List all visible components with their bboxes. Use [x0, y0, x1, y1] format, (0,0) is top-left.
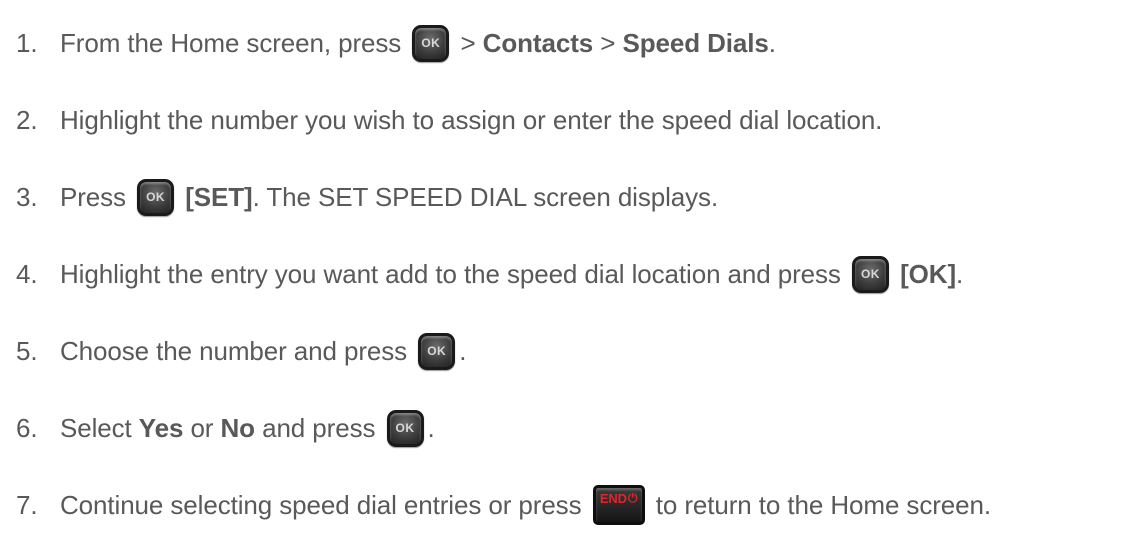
step-number: 6.	[16, 412, 38, 443]
ok-key-icon: OK	[386, 409, 424, 447]
step-text: .	[768, 27, 776, 58]
step-text: Choose the number and press	[60, 335, 415, 366]
step-2: 2. Highlight the number you wish to assig…	[0, 98, 882, 142]
step-text: . The SET SPEED DIAL screen displays.	[252, 181, 719, 212]
power-icon: ⏻	[627, 491, 638, 505]
step-bold-text: Contacts	[482, 27, 594, 58]
step-6: 6. Select Yes or No and press OK.	[0, 406, 435, 450]
step-1: 1. From the Home screen, press OK > Conta…	[0, 21, 776, 65]
step-bold-text: Yes	[138, 412, 184, 443]
step-text: Select	[60, 412, 139, 443]
step-3: 3. Press OK [SET]. The SET SPEED DIAL scr…	[0, 175, 718, 219]
end-key-icon: END ⏻	[592, 485, 645, 525]
step-bold-text: Speed Dials	[622, 27, 769, 58]
step-bold-text: [OK]	[892, 258, 957, 289]
ok-key-icon: OK	[418, 332, 456, 370]
step-text: and press	[254, 412, 383, 443]
ok-key-icon: OK	[851, 255, 889, 293]
step-text: Continue selecting speed dial entries or…	[60, 489, 589, 520]
step-text: From the Home screen, press	[60, 27, 409, 58]
step-number: 5.	[16, 335, 38, 366]
step-number: 7.	[16, 489, 38, 520]
step-text: .	[956, 258, 964, 289]
step-text: Highlight the entry you want add to the …	[60, 258, 848, 289]
step-number: 4.	[16, 258, 38, 289]
step-text: .	[459, 335, 467, 366]
step-text: Press	[60, 181, 134, 212]
ok-key-icon: OK	[412, 24, 450, 62]
step-5: 5. Choose the number and press OK.	[0, 329, 466, 373]
step-text: >	[453, 27, 483, 58]
step-text: Highlight the number you wish to assign …	[60, 104, 883, 135]
ok-key-icon: OK	[137, 178, 175, 216]
step-text: or	[183, 412, 221, 443]
step-number: 2.	[16, 104, 38, 135]
step-text: .	[427, 412, 435, 443]
step-text: >	[593, 27, 623, 58]
step-text: to return to the Home screen.	[648, 489, 991, 520]
step-7: 7. Continue selecting speed dial entries …	[0, 483, 991, 527]
step-bold-text: No	[220, 412, 256, 443]
end-key-label: END	[599, 491, 627, 506]
step-4: 4. Highlight the entry you want add to th…	[0, 252, 963, 296]
step-number: 3.	[16, 181, 38, 212]
step-bold-text: [SET]	[178, 181, 253, 212]
step-number: 1.	[16, 27, 38, 58]
instruction-steps: 1. From the Home screen, press OK > Conta…	[0, 0, 1136, 541]
